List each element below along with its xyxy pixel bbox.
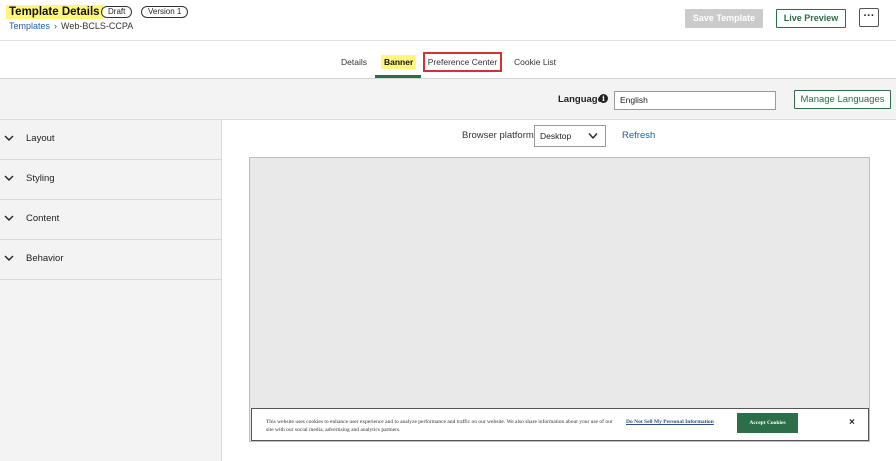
breadcrumb-current: Web-BCLS-CCPA: [61, 21, 134, 31]
accordion-label: Layout: [26, 133, 55, 144]
page-title: Template Details: [6, 5, 103, 19]
accordion-content[interactable]: Content: [0, 200, 221, 240]
tab-cookie-list[interactable]: Cookie List: [514, 55, 556, 69]
refresh-link[interactable]: Refresh: [622, 130, 655, 141]
page-header: Template Details Draft Version 1 Templat…: [0, 0, 896, 41]
status-badge: Draft: [101, 6, 133, 18]
breadcrumb: Templates › Web-BCLS-CCPA: [9, 20, 133, 32]
chevron-down-icon: [4, 135, 14, 141]
more-options-button[interactable]: ···: [859, 8, 879, 27]
settings-sidebar: Layout Styling Content Behavior: [0, 120, 222, 461]
breadcrumb-templates-link[interactable]: Templates: [9, 20, 50, 32]
accordion-layout[interactable]: Layout: [0, 120, 221, 160]
manage-languages-button[interactable]: Manage Languages: [794, 90, 891, 109]
language-label: Language: [558, 94, 603, 105]
language-select[interactable]: English: [614, 91, 776, 110]
accordion-label: Styling: [26, 173, 55, 184]
active-tab-indicator: [375, 75, 421, 78]
chevron-down-icon: [4, 255, 14, 261]
chevron-down-icon: [4, 215, 14, 221]
tab-banner[interactable]: Banner: [381, 55, 417, 69]
browser-platform-label: Browser platform:: [462, 130, 537, 141]
browser-platform-select[interactable]: Desktop: [534, 125, 606, 147]
chevron-down-icon: [4, 175, 14, 181]
cookie-banner-preview: This website uses cookies to enhance use…: [251, 408, 869, 441]
browser-platform-value: Desktop: [540, 131, 572, 141]
version-badge: Version 1: [141, 6, 189, 18]
chevron-right-icon: ›: [54, 21, 58, 31]
tab-preference-center[interactable]: Preference Center: [423, 52, 502, 72]
tab-bar: Details Banner Preference Center Cookie …: [0, 42, 896, 79]
do-not-sell-link[interactable]: Do Not Sell My Personal Information: [626, 419, 714, 425]
accordion-label: Behavior: [26, 253, 64, 264]
accordion-styling[interactable]: Styling: [0, 160, 221, 200]
banner-message: This website uses cookies to enhance use…: [266, 419, 613, 433]
info-icon[interactable]: i: [599, 94, 608, 103]
tab-details[interactable]: Details: [341, 55, 367, 69]
more-horizontal-icon: ···: [863, 10, 875, 22]
chevron-down-icon: [588, 133, 598, 140]
accept-cookies-button[interactable]: Accept Cookies: [737, 413, 798, 433]
close-icon[interactable]: ×: [849, 417, 855, 428]
accordion-label: Content: [26, 213, 60, 224]
accordion-behavior[interactable]: Behavior: [0, 240, 221, 280]
preview-canvas: [249, 157, 870, 442]
language-bar: Language i English Manage Languages: [0, 79, 896, 120]
live-preview-button[interactable]: Live Preview: [776, 9, 846, 28]
save-template-button[interactable]: Save Template: [685, 9, 763, 28]
